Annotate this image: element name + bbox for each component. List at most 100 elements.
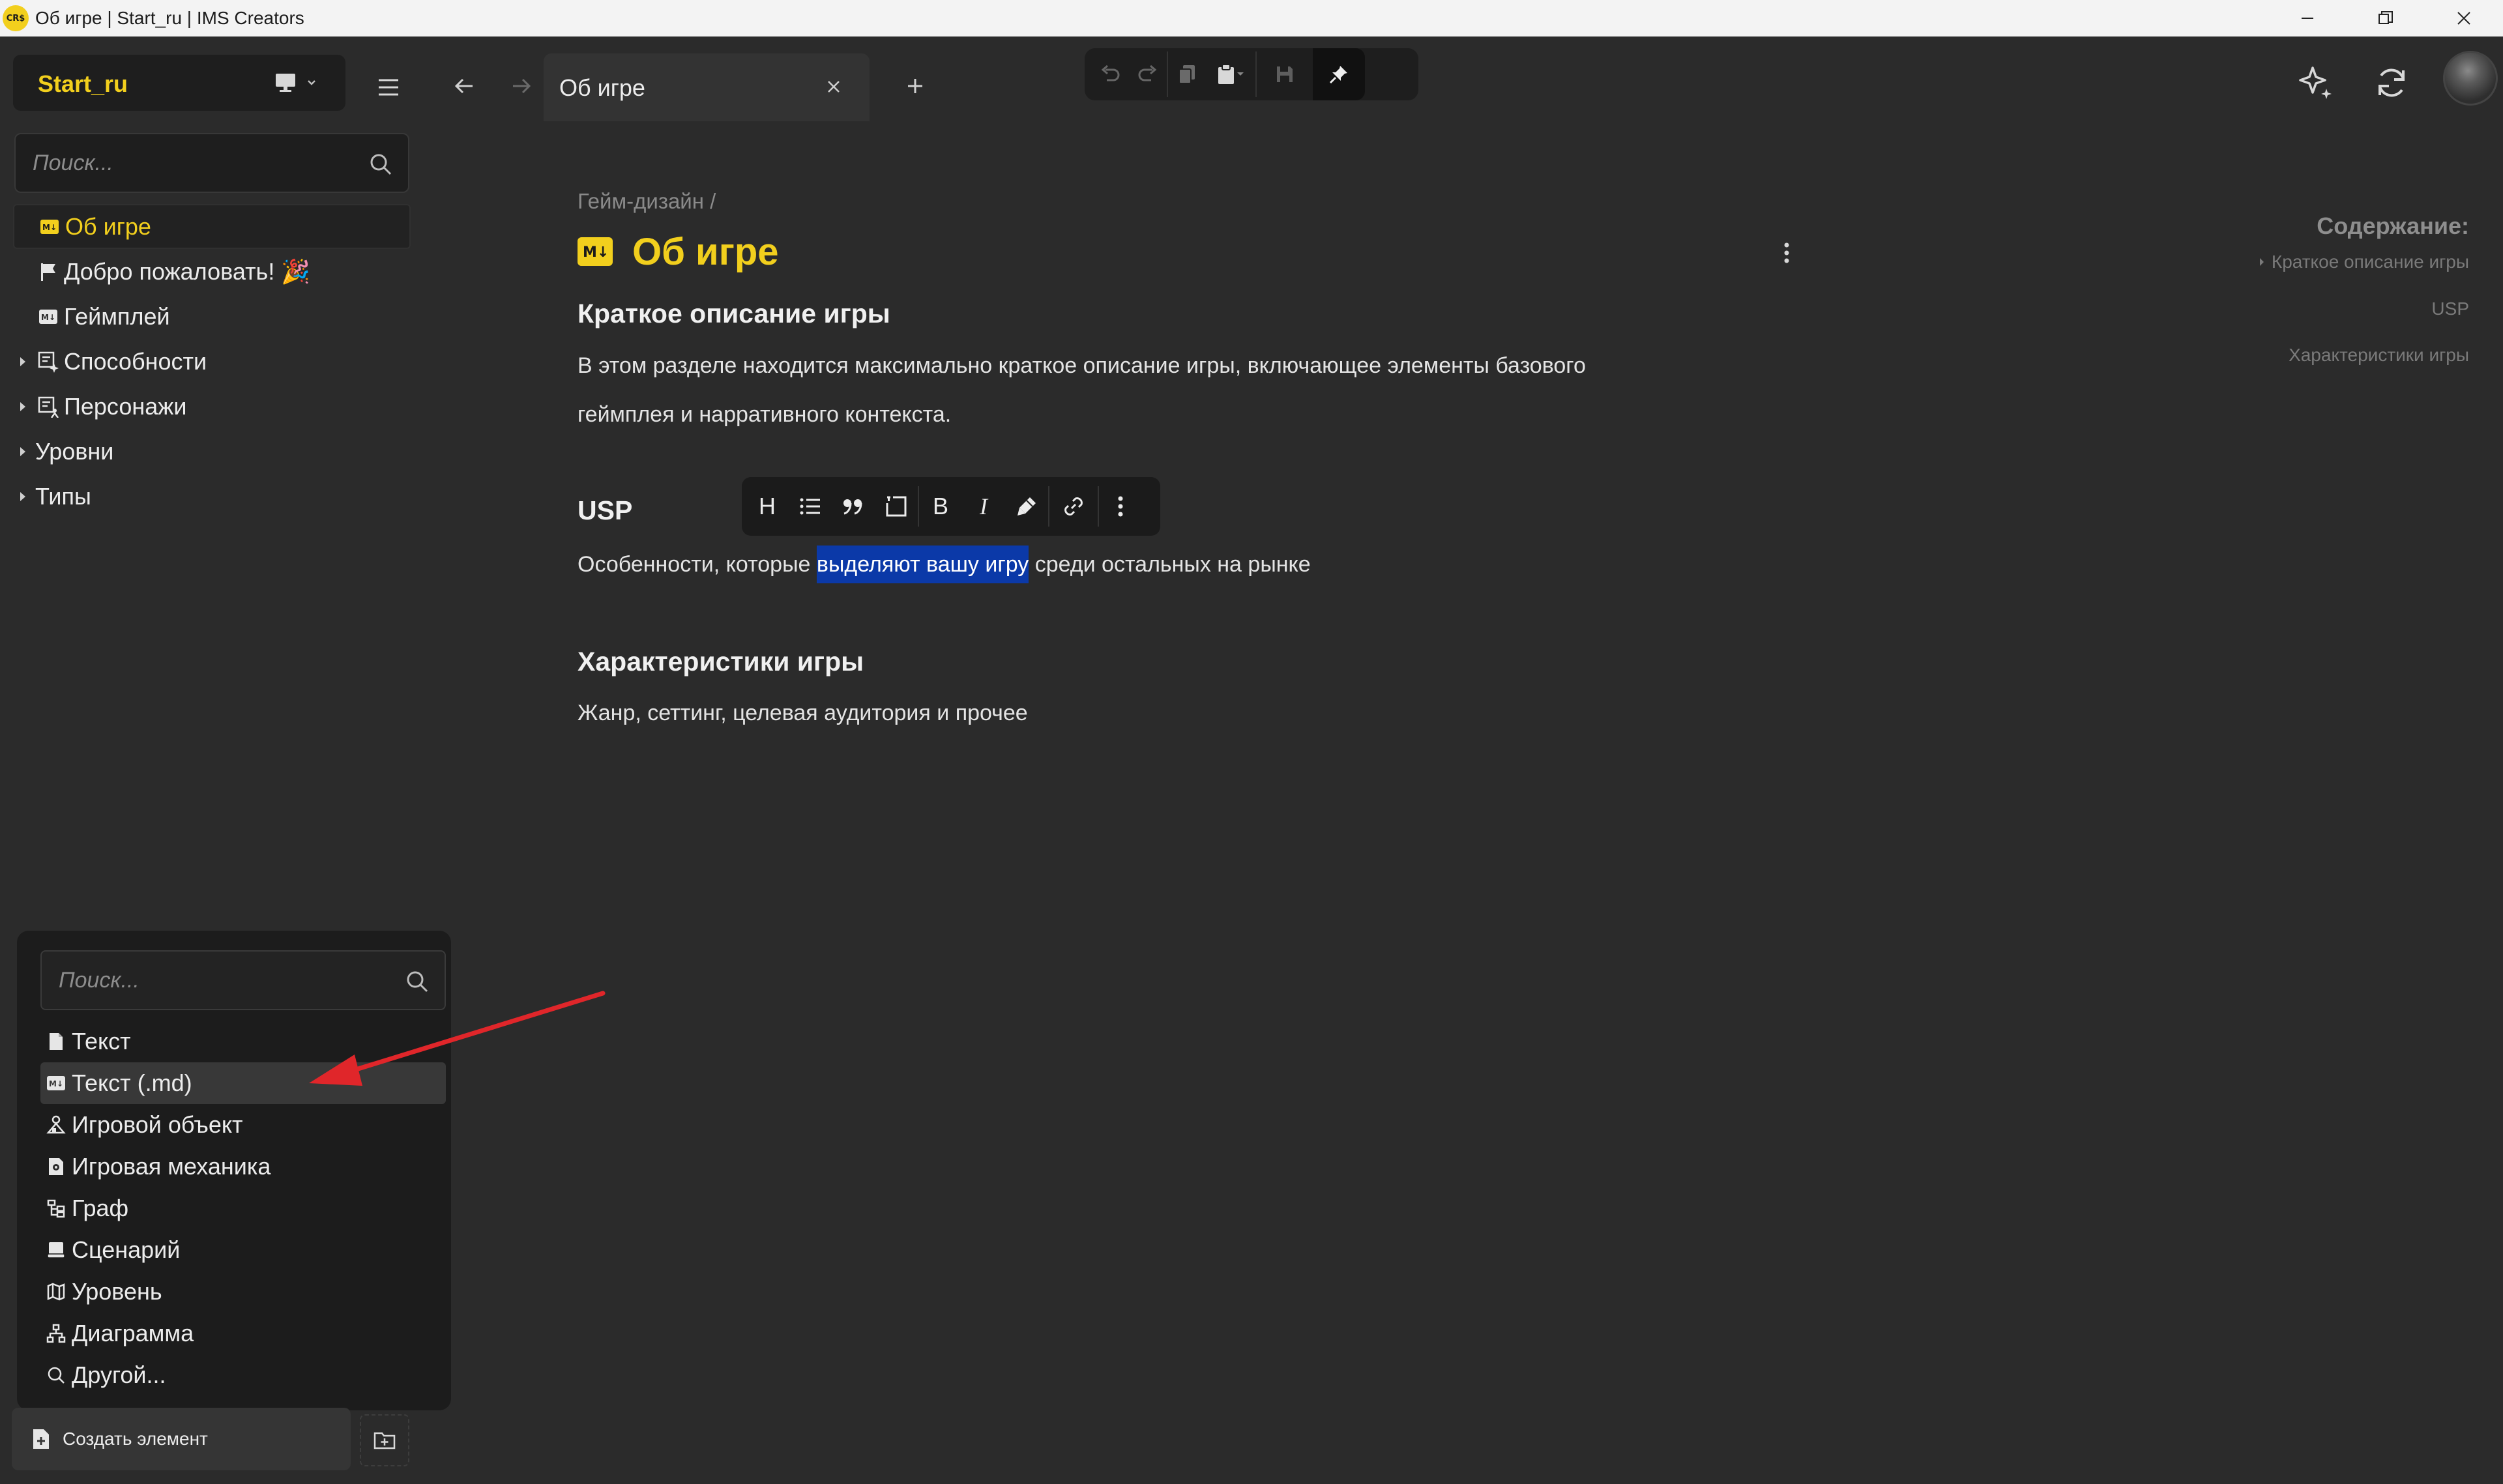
map-icon (44, 1280, 68, 1303)
toc-item[interactable]: USP (2431, 298, 2469, 319)
tree-item-welcome[interactable]: Добро пожаловать! 🎉 (13, 249, 411, 294)
quote-button[interactable] (832, 484, 875, 529)
menu-item-text[interactable]: Текст (40, 1021, 446, 1062)
menu-item-game-object[interactable]: Игровой объект (40, 1104, 446, 1146)
minimize-button[interactable] (2268, 0, 2347, 36)
tree-item-abilities[interactable]: Способности (13, 339, 411, 384)
flag-icon (37, 260, 60, 284)
close-icon (828, 81, 840, 93)
text-block-icon (886, 496, 907, 517)
toc-item[interactable]: Краткое описание игры (2259, 252, 2469, 272)
menu-item-game-mechanic[interactable]: Игровая механика (40, 1146, 446, 1187)
create-element-menu: Текст M↓ Текст (.md) Игровой объект Игро… (17, 931, 451, 1410)
menu-item-graph[interactable]: Граф (40, 1187, 446, 1229)
link-icon (1064, 497, 1083, 516)
tree-item-gameplay[interactable]: M↓ Геймплей (13, 294, 411, 339)
section-heading[interactable]: Краткое описание игры (578, 298, 890, 329)
save-button[interactable] (1257, 55, 1313, 94)
menu-item-script[interactable]: Сценарий (40, 1229, 446, 1271)
menu-item-markdown[interactable]: M↓ Текст (.md) (40, 1062, 446, 1104)
redo-button[interactable] (1129, 55, 1167, 94)
paragraph-line[interactable]: геймплея и нарративного контекста. (578, 390, 951, 439)
close-window-button[interactable] (2425, 0, 2503, 36)
sidebar-menu-button[interactable] (370, 69, 407, 106)
tab-bar: Об игре (424, 36, 2503, 121)
search-icon (44, 1363, 68, 1387)
script-icon (44, 1238, 68, 1262)
link-button[interactable] (1049, 484, 1098, 529)
menu-item-label: Игровой объект (72, 1111, 243, 1138)
tree-item-characters[interactable]: Персонажи (13, 384, 411, 429)
section-heading[interactable]: USP (578, 495, 632, 526)
markdown-icon: M↓ (44, 1071, 68, 1095)
toc-item[interactable]: Характеристики игры (2289, 345, 2469, 366)
usp-paragraph[interactable]: Особенности, которые выделяют вашу игру … (578, 540, 1311, 589)
caret-right-icon[interactable] (18, 355, 27, 368)
caret-right-icon (2259, 258, 2264, 266)
caret-right-icon[interactable] (18, 400, 27, 413)
italic-button[interactable]: I (962, 484, 1005, 529)
create-menu-list: Текст M↓ Текст (.md) Игровой объект Игро… (40, 1021, 446, 1396)
clipboard-icon (1218, 64, 1234, 84)
search-icon[interactable] (368, 151, 394, 177)
breadcrumb[interactable]: Гейм-дизайн / (578, 189, 716, 214)
copy-button[interactable] (1168, 55, 1206, 94)
back-button[interactable] (446, 68, 482, 104)
create-menu-search-input[interactable] (42, 952, 445, 1009)
document-view: Гейм-дизайн / M↓ Об игре Краткое описани… (424, 121, 2503, 1484)
svg-text:M↓: M↓ (41, 313, 55, 322)
pin-button[interactable] (1313, 48, 1365, 100)
paragraph-line[interactable]: В этом разделе находится максимально кра… (578, 342, 1586, 390)
tree-item-levels[interactable]: Уровни (13, 429, 411, 474)
markdown-icon: M↓ (578, 237, 613, 266)
page-title-row: M↓ Об игре (578, 226, 779, 278)
search-icon[interactable] (404, 968, 430, 995)
project-selector[interactable]: Start_ru (13, 55, 345, 111)
page-title[interactable]: Об игре (632, 230, 779, 274)
new-tab-button[interactable] (897, 68, 933, 104)
restore-button[interactable] (2347, 0, 2425, 36)
bullet-list-button[interactable] (789, 484, 832, 529)
device-preview-button[interactable] (274, 68, 339, 98)
bold-button[interactable]: B (919, 484, 962, 529)
heading-button[interactable]: H (746, 484, 789, 529)
create-menu-search (40, 950, 446, 1010)
editor-toolbar (1085, 48, 1418, 100)
tree-item-types[interactable]: Типы (13, 474, 411, 519)
code-block-button[interactable] (875, 484, 918, 529)
tree-item-label: Геймплей (64, 302, 170, 330)
minimize-icon (2302, 18, 2313, 19)
document-more-button[interactable] (1770, 233, 1803, 272)
paste-button[interactable] (1206, 55, 1255, 94)
user-avatar[interactable] (2443, 51, 2498, 106)
sidebar-search-input[interactable] (16, 134, 408, 192)
tree-item-label: Уровни (35, 437, 114, 465)
menu-item-level[interactable]: Уровень (40, 1271, 446, 1313)
sidebar-search (14, 133, 409, 193)
highlight-button[interactable] (1005, 484, 1048, 529)
ai-assistant-button[interactable] (2287, 53, 2345, 112)
menu-item-other[interactable]: Другой... (40, 1354, 446, 1396)
create-element-button[interactable]: Создать элемент (12, 1408, 351, 1470)
section-heading[interactable]: Характеристики игры (578, 647, 864, 677)
text-span: Особенности, которые (578, 552, 817, 577)
sync-button[interactable] (2362, 53, 2421, 112)
refresh-icon (2379, 68, 2405, 97)
paragraph-line[interactable]: Жанр, сеттинг, целевая аудитория и проче… (578, 689, 1028, 738)
caret-right-icon[interactable] (18, 490, 27, 503)
tab-about-game[interactable]: Об игре (544, 53, 870, 121)
project-name: Start_ru (38, 70, 128, 97)
tab-close-button[interactable] (817, 70, 850, 103)
tree-item-label: Персонажи (64, 392, 187, 420)
menu-item-diagram[interactable]: Диаграмма (40, 1313, 446, 1354)
hamburger-icon (379, 79, 398, 96)
undo-button[interactable] (1091, 55, 1129, 94)
create-folder-button[interactable] (360, 1414, 409, 1466)
tree-item-about-game[interactable]: M↓ Об игре (13, 204, 411, 249)
more-vertical-icon (1118, 496, 1123, 517)
forward-button[interactable] (503, 68, 540, 104)
caret-right-icon[interactable] (18, 445, 27, 458)
svg-text:M↓: M↓ (42, 223, 57, 232)
arrow-right-icon (513, 78, 531, 94)
more-format-button[interactable] (1099, 484, 1142, 529)
